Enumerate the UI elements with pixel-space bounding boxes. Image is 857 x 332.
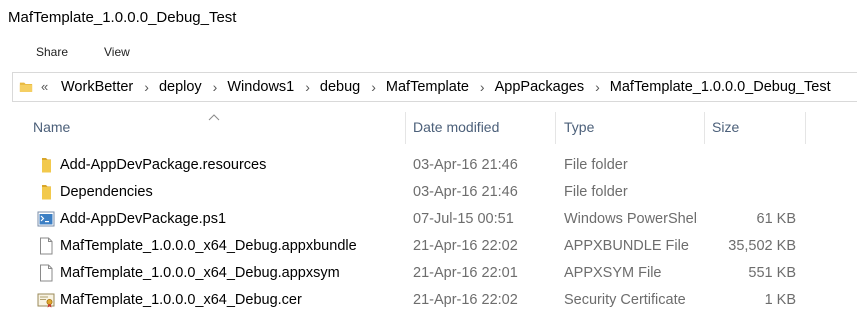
file-size: 551 KB — [748, 265, 796, 281]
file-size: 61 KB — [756, 211, 797, 227]
folder-icon — [19, 82, 33, 92]
window-title: MafTemplate_1.0.0.0_Debug_Test — [8, 9, 237, 26]
file-date-modified: 21-Apr-16 22:01 — [413, 265, 518, 281]
file-row[interactable]: Add-AppDevPackage.resources 03-Apr-16 21… — [0, 152, 857, 179]
breadcrumb-separator-icon[interactable]: › — [480, 79, 485, 95]
file-icon — [40, 237, 53, 255]
column-header-date-modified[interactable]: Date modified — [413, 119, 499, 135]
file-row[interactable]: MafTemplate_1.0.0.0_x64_Debug.appxsym 21… — [0, 260, 857, 287]
column-divider[interactable] — [405, 112, 406, 144]
file-row[interactable]: Add-AppDevPackage.ps1 07-Jul-15 00:51 Wi… — [0, 206, 857, 233]
breadcrumb-separator-icon[interactable]: › — [595, 79, 600, 95]
file-row[interactable]: MafTemplate_1.0.0.0_x64_Debug.appxbundle… — [0, 233, 857, 260]
file-date-modified: 03-Apr-16 21:46 — [413, 157, 518, 173]
column-header-name[interactable]: Name — [33, 119, 70, 135]
column-divider[interactable] — [704, 112, 705, 144]
breadcrumb-item-current[interactable]: MafTemplate_1.0.0.0_Debug_Test — [610, 79, 831, 95]
title-bar: MafTemplate_1.0.0.0_Debug_Test — [0, 0, 857, 38]
file-icon — [40, 264, 53, 282]
tab-view[interactable]: View — [104, 45, 130, 59]
file-name: MafTemplate_1.0.0.0_x64_Debug.appxbundle — [60, 238, 357, 254]
column-divider[interactable] — [805, 112, 806, 144]
breadcrumb-item[interactable]: WorkBetter — [61, 79, 133, 95]
breadcrumb-item[interactable]: Windows1 — [227, 79, 294, 95]
ribbon: Share View — [0, 38, 857, 66]
tab-share[interactable]: Share — [36, 45, 68, 59]
breadcrumb-item[interactable]: MafTemplate — [386, 79, 469, 95]
breadcrumb-separator-icon[interactable]: › — [144, 79, 149, 95]
file-name: Add-AppDevPackage.resources — [60, 157, 267, 173]
file-size: 1 KB — [764, 292, 796, 308]
file-type: Security Certificate — [564, 292, 686, 308]
folder-icon — [42, 185, 51, 200]
file-name: MafTemplate_1.0.0.0_x64_Debug.appxsym — [60, 265, 340, 281]
address-bar[interactable]: « WorkBetter › deploy › Windows1 › debug… — [12, 72, 857, 102]
powershell-script-icon — [37, 211, 55, 227]
breadcrumb-overflow-button[interactable]: « — [41, 79, 48, 94]
file-type: APPXSYM File — [564, 265, 662, 281]
column-header-size[interactable]: Size — [712, 119, 739, 135]
folder-icon — [42, 158, 51, 173]
file-row[interactable]: Dependencies 03-Apr-16 21:46 File folder — [0, 179, 857, 206]
file-type: File folder — [564, 184, 628, 200]
file-date-modified: 21-Apr-16 22:02 — [413, 238, 518, 254]
breadcrumb-separator-icon[interactable]: › — [305, 79, 310, 95]
breadcrumb-item[interactable]: deploy — [159, 79, 202, 95]
file-date-modified: 03-Apr-16 21:46 — [413, 184, 518, 200]
file-name: Dependencies — [60, 184, 153, 200]
file-date-modified: 07-Jul-15 00:51 — [413, 211, 514, 227]
breadcrumb-item[interactable]: debug — [320, 79, 360, 95]
file-name: Add-AppDevPackage.ps1 — [60, 211, 227, 227]
file-type: APPXBUNDLE File — [564, 238, 689, 254]
file-type: Windows PowerShell Script — [564, 211, 698, 227]
file-date-modified: 21-Apr-16 22:02 — [413, 292, 518, 308]
breadcrumb-item[interactable]: AppPackages — [495, 79, 584, 95]
file-row[interactable]: MafTemplate_1.0.0.0_x64_Debug.cer 21-Apr… — [0, 287, 857, 314]
breadcrumb: WorkBetter › deploy › Windows1 › debug ›… — [61, 73, 831, 101]
file-size: 35,502 KB — [728, 238, 796, 254]
column-divider[interactable] — [555, 112, 556, 144]
certificate-icon — [37, 293, 55, 308]
breadcrumb-separator-icon[interactable]: › — [213, 79, 218, 95]
file-name: MafTemplate_1.0.0.0_x64_Debug.cer — [60, 292, 302, 308]
file-type: File folder — [564, 157, 628, 173]
breadcrumb-separator-icon[interactable]: › — [371, 79, 376, 95]
column-header-type[interactable]: Type — [564, 119, 594, 135]
sort-ascending-icon — [208, 114, 220, 121]
